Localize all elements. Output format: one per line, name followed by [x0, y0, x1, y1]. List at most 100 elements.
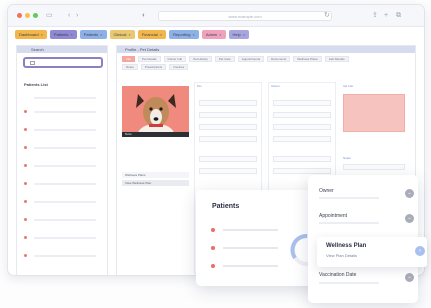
appointment-row[interactable]: Appointment ⌄ [308, 208, 418, 230]
field[interactable] [273, 112, 331, 118]
field[interactable] [199, 124, 257, 130]
close-icon[interactable]: × [160, 32, 162, 37]
bullet-icon [24, 200, 27, 203]
search-input[interactable] [23, 57, 103, 68]
tab-patients-2[interactable]: Patients × [79, 30, 107, 39]
chevron-down-icon[interactable]: ⌄ [405, 214, 414, 223]
list-item-text [34, 201, 96, 203]
subtab[interactable]: Notes [122, 64, 138, 70]
sidebar-header: Search [17, 46, 107, 53]
close-icon[interactable]: × [70, 32, 72, 37]
tabs-overview-icon[interactable]: ⧉ [396, 11, 401, 20]
wellness-plan-card[interactable]: Wellness Plan View Plan Details › [317, 237, 427, 267]
sidebar-toggle-icon[interactable]: ▭ [46, 11, 53, 20]
field[interactable] [199, 168, 257, 174]
placeholder-line [319, 197, 379, 199]
vet-info-card [343, 94, 405, 132]
main-header: Profile - Pet Details [117, 46, 415, 53]
share-icon[interactable]: ⇪ [372, 11, 378, 20]
browser-chrome: ▭ ‹ › ◐ www.example.com ↻ ⇪ + ⧉ [8, 5, 424, 27]
field[interactable] [273, 124, 331, 130]
subtab[interactable]: Owner Info [163, 56, 187, 62]
field[interactable] [199, 136, 257, 142]
close-icon[interactable]: × [243, 32, 245, 37]
address-bar[interactable]: www.example.com [158, 11, 332, 21]
tab-financial[interactable]: Financial × [137, 30, 167, 39]
bullet-icon [24, 128, 27, 131]
tab-patients[interactable]: Patients × [49, 30, 77, 39]
close-icon[interactable]: × [192, 32, 194, 37]
tab-dashboard[interactable]: Dashboard × [15, 30, 47, 39]
patient-row[interactable] [211, 264, 281, 268]
reload-icon[interactable]: ↻ [324, 11, 330, 20]
vaccination-label: Vaccination Date [319, 272, 357, 278]
forward-arrow-icon[interactable]: › [76, 11, 78, 20]
close-icon[interactable]: × [219, 32, 221, 37]
tab-reporting[interactable]: Reporting × [169, 30, 199, 39]
list-item[interactable] [24, 254, 104, 258]
patient-row[interactable] [211, 228, 281, 232]
chevron-down-icon[interactable]: ⌄ [405, 189, 414, 198]
subtab[interactable]: Invoices [169, 64, 189, 70]
bullet-icon [24, 110, 27, 113]
patient-row[interactable] [211, 246, 281, 250]
list-item-text [34, 219, 96, 221]
subtab[interactable]: Documents [267, 56, 291, 62]
notes-field[interactable] [343, 164, 405, 170]
subtab-bar: Info Pet Details Owner Info Pet History … [122, 56, 352, 70]
list-item[interactable]: View Wellness Plan [122, 180, 189, 186]
field[interactable] [273, 100, 331, 106]
list-item-text [34, 129, 96, 131]
list-item[interactable] [24, 164, 104, 168]
bullet-icon [24, 254, 27, 257]
tab-help[interactable]: Help × [228, 30, 250, 39]
subtab[interactable]: Pet Care [214, 56, 235, 62]
photo-caption: Bella [122, 132, 189, 137]
column-label: Notes [343, 156, 351, 160]
subtab[interactable]: Info [122, 56, 136, 62]
tab-label: Admin [205, 32, 218, 37]
subtab[interactable]: Appointments [237, 56, 265, 62]
subtab[interactable]: Wellness Plans [293, 56, 322, 62]
subtab[interactable]: Pet Details [138, 56, 161, 62]
checkbox-icon[interactable] [30, 61, 35, 65]
back-arrow-icon[interactable]: ‹ [68, 11, 70, 20]
list-item[interactable] [24, 110, 104, 114]
field[interactable] [273, 136, 331, 142]
list-item[interactable] [24, 182, 104, 186]
owner-row[interactable]: Owner ⌄ [308, 183, 418, 205]
list-item[interactable] [24, 128, 104, 132]
close-icon[interactable]: × [100, 32, 102, 37]
tab-admin[interactable]: Admin × [201, 30, 226, 39]
subtab[interactable]: Lab Results [324, 56, 349, 62]
add-tab-icon[interactable]: + [384, 11, 388, 20]
field[interactable] [273, 156, 331, 162]
dog-image [122, 86, 189, 136]
list-item[interactable] [24, 236, 104, 240]
field[interactable] [199, 156, 257, 162]
list-item[interactable] [24, 200, 104, 204]
bullet-icon [24, 164, 27, 167]
chevron-down-icon[interactable]: ⌄ [405, 273, 414, 282]
list-item[interactable] [24, 218, 104, 222]
close-icon[interactable]: × [41, 32, 43, 37]
field[interactable] [199, 100, 257, 106]
list-item[interactable] [24, 96, 104, 100]
field[interactable] [199, 112, 257, 118]
close-window-dot[interactable] [17, 13, 22, 18]
close-icon[interactable]: × [128, 32, 130, 37]
minimize-window-dot[interactable] [25, 13, 30, 18]
patient-row-text [223, 247, 278, 249]
wellness-title: Wellness Plan [326, 243, 367, 249]
list-item[interactable]: Wellness Plans [122, 172, 189, 178]
list-item[interactable] [24, 146, 104, 150]
subtab[interactable]: Pet History [189, 56, 212, 62]
sidebar-title: Patients List [24, 82, 48, 87]
chevron-right-icon[interactable]: › [415, 246, 425, 256]
field[interactable] [273, 168, 331, 174]
subtab[interactable]: Prescriptions [140, 64, 167, 70]
column-label: Pet [197, 84, 202, 88]
maximize-window-dot[interactable] [33, 13, 38, 18]
vaccination-row[interactable]: Vaccination Date ⌄ [308, 268, 418, 290]
tab-clinical[interactable]: Clinical × [109, 30, 135, 39]
